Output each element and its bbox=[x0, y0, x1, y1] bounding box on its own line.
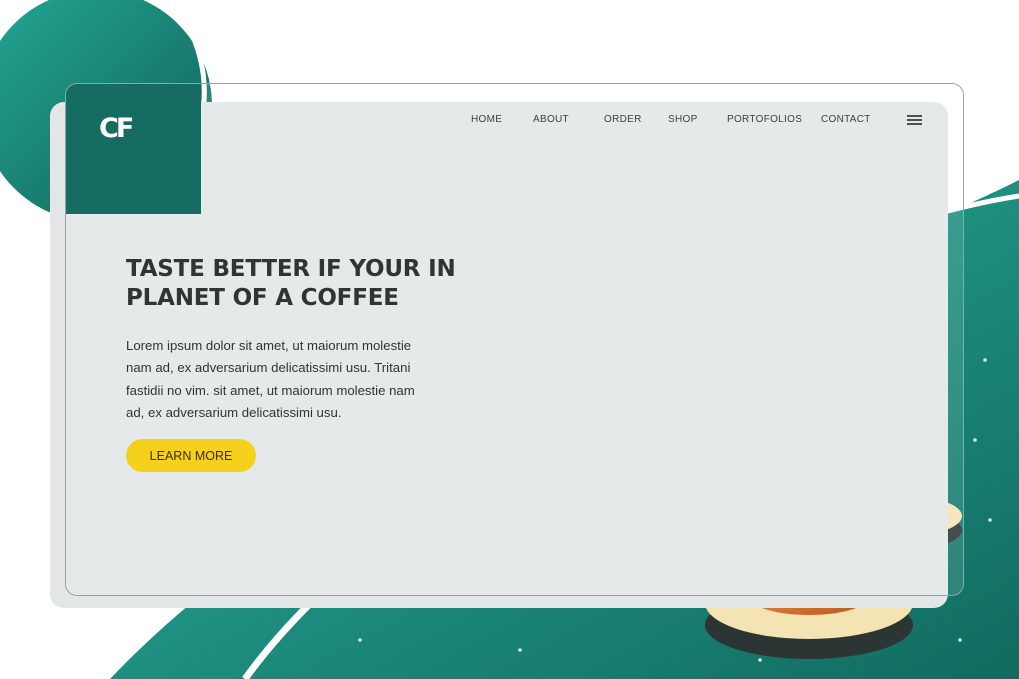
nav-portofolios[interactable]: PORTOFOLIOS bbox=[727, 114, 802, 125]
nav-about[interactable]: ABOUT bbox=[533, 114, 569, 125]
nav-order[interactable]: ORDER bbox=[604, 114, 642, 125]
logo[interactable]: CF bbox=[99, 113, 134, 144]
learn-more-button[interactable]: LEARN MORE bbox=[126, 439, 256, 472]
nav-contact[interactable]: CONTACT bbox=[821, 114, 871, 125]
logo-box bbox=[66, 84, 201, 214]
hero-headline: TASTE BETTER IF YOUR IN PLANET OF A COFF… bbox=[126, 256, 456, 311]
hero-body-text: Lorem ipsum dolor sit amet, ut maiorum m… bbox=[126, 338, 415, 420]
nav-home[interactable]: HOME bbox=[471, 114, 502, 125]
landing-page: CF HOME ABOUT ORDER SHOP PORTOFOLIOS CON… bbox=[0, 0, 1019, 679]
nav-shop[interactable]: SHOP bbox=[668, 114, 698, 125]
hamburger-menu-icon[interactable] bbox=[907, 115, 922, 125]
